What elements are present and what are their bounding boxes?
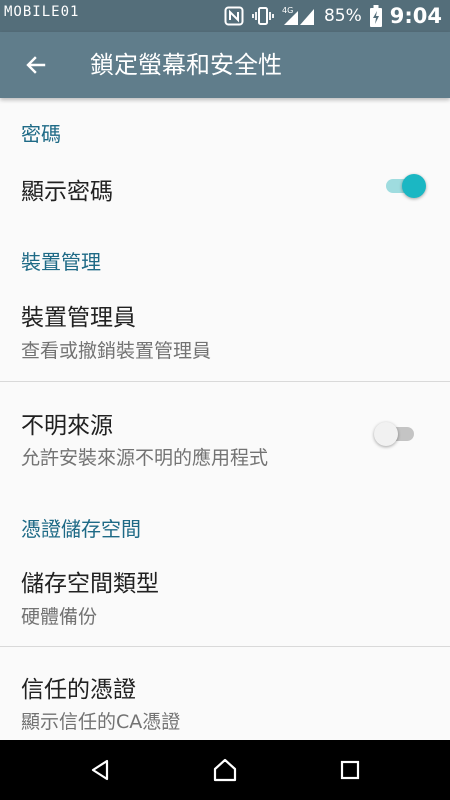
unknown-sources-row[interactable]: 不明來源 允許安裝來源不明的應用程式 <box>0 388 450 486</box>
app-bar: 鎖定螢幕和安全性 <box>0 32 450 98</box>
network-type-label: 4G <box>282 6 293 15</box>
page-title: 鎖定螢幕和安全性 <box>90 51 282 79</box>
device-admins-title: 裝置管理員 <box>21 305 136 331</box>
signal-icon: 4G <box>282 5 316 27</box>
arrow-back-icon <box>26 56 46 74</box>
back-button[interactable] <box>14 43 58 87</box>
toggle-thumb <box>402 174 426 198</box>
settings-screen: MOBILE01 4G 85% 9:04 鎖定螢幕和安全性 密碼 顯示密碼 裝置… <box>0 0 450 800</box>
toggle-thumb <box>374 422 398 446</box>
section-header-password: 密碼 <box>21 122 61 146</box>
back-triangle-icon <box>91 759 109 781</box>
trusted-credentials-title: 信任的憑證 <box>21 677 136 703</box>
section-header-credential-storage: 憑證儲存空間 <box>21 517 141 541</box>
unknown-sources-toggle[interactable] <box>374 420 418 448</box>
show-password-title: 顯示密碼 <box>21 179 113 205</box>
trusted-credentials-summary: 顯示信任的CA憑證 <box>21 711 181 733</box>
show-password-toggle[interactable] <box>384 172 428 200</box>
status-icons: 4G 85% 9:04 <box>224 0 442 32</box>
section-header-device-admin: 裝置管理 <box>21 250 101 274</box>
storage-type-row[interactable]: 儲存空間類型 硬體備份 <box>0 550 450 646</box>
watermark-logo: MOBILE01 <box>4 4 80 20</box>
nav-back-button[interactable] <box>70 740 130 800</box>
recents-icon <box>340 760 360 780</box>
clock: 9:04 <box>389 4 442 28</box>
nav-recents-button[interactable] <box>320 740 380 800</box>
nfc-icon <box>224 6 244 26</box>
device-admins-summary: 查看或撤銷裝置管理員 <box>21 340 212 362</box>
trusted-credentials-row[interactable]: 信任的憑證 顯示信任的CA憑證 <box>0 654 450 740</box>
nav-home-button[interactable] <box>195 740 255 800</box>
unknown-sources-title: 不明來源 <box>21 413 113 439</box>
battery-percent: 85% <box>323 6 362 26</box>
show-password-row[interactable]: 顯示密碼 <box>0 152 450 218</box>
battery-charging-icon <box>369 5 382 27</box>
vibrate-icon <box>252 6 274 26</box>
unknown-sources-summary: 允許安裝來源不明的應用程式 <box>21 447 269 469</box>
navigation-bar <box>0 740 450 800</box>
settings-list: 密碼 顯示密碼 裝置管理 裝置管理員 查看或撤銷裝置管理員 不明來源 允許安裝來… <box>0 98 450 740</box>
device-admins-row[interactable]: 裝置管理員 查看或撤銷裝置管理員 <box>0 284 450 380</box>
divider <box>0 381 450 382</box>
storage-type-summary: 硬體備份 <box>21 606 98 628</box>
home-icon <box>213 758 237 782</box>
divider <box>0 646 450 647</box>
status-bar: MOBILE01 4G 85% 9:04 <box>0 0 450 32</box>
storage-type-title: 儲存空間類型 <box>21 571 159 597</box>
